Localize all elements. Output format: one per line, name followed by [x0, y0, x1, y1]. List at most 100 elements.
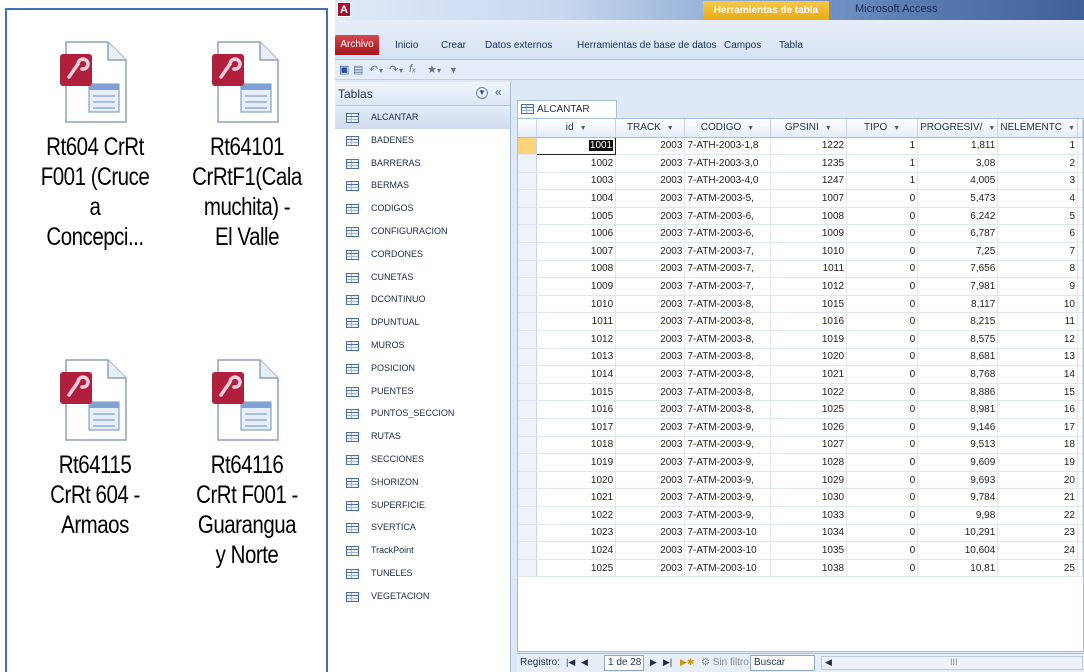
table-cell[interactable]: 1004: [536, 189, 617, 208]
table-cell[interactable]: 2003: [615, 172, 686, 191]
table-cell[interactable]: 1027: [770, 436, 848, 455]
table-cell[interactable]: 9,146: [917, 418, 999, 437]
table-row[interactable]: 1014 2003 7-ATM-2003-8, 1021 0 8,768 14: [518, 365, 1083, 384]
row-selector[interactable]: [518, 172, 538, 191]
table-row[interactable]: 1008 2003 7-ATM-2003-7, 1011 0 7,656 8: [518, 260, 1083, 279]
table-cell[interactable]: 5,473: [917, 189, 999, 208]
table-cell[interactable]: 19: [997, 453, 1078, 472]
row-selector[interactable]: [518, 436, 538, 455]
table-cell[interactable]: 8,886: [917, 383, 999, 402]
table-cell[interactable]: 7-ATM-2003-8,: [684, 348, 771, 367]
file-item[interactable]: Rt64115 CrRt 604 - Armaos: [19, 358, 171, 540]
file-item[interactable]: Rt64116 CrRt F001 - Guarangua y Norte: [171, 358, 323, 570]
table-cell[interactable]: 0: [846, 207, 919, 226]
table-cell[interactable]: 7: [997, 242, 1078, 261]
table-row[interactable]: 1019 2003 7-ATM-2003-9, 1028 0 9,609 19: [518, 453, 1083, 472]
table-row[interactable]: 1020 2003 7-ATM-2003-9, 1029 0 9,693 20: [518, 471, 1083, 490]
table-cell[interactable]: 7-ATM-2003-7,: [684, 260, 771, 279]
column-dropdown-icon[interactable]: ▼: [893, 125, 900, 132]
row-selector[interactable]: [518, 224, 538, 244]
table-cell[interactable]: 1022: [770, 383, 848, 402]
table-cell[interactable]: 1021: [536, 488, 617, 507]
tab-datos-externos[interactable]: Datos externos: [485, 40, 552, 51]
table-cell[interactable]: 8,215: [917, 312, 999, 332]
table-cell[interactable]: 3,08: [917, 154, 999, 173]
row-selector[interactable]: [518, 312, 538, 332]
table-cell[interactable]: 1,811: [917, 137, 999, 156]
nav-collapse-icon[interactable]: «: [495, 85, 502, 99]
table-cell[interactable]: 0: [846, 295, 919, 314]
table-cell[interactable]: 2003: [615, 242, 686, 261]
table-cell[interactable]: 0: [846, 383, 919, 402]
table-cell[interactable]: 2003: [615, 453, 686, 472]
column-header[interactable]: TIPO ▼: [846, 119, 919, 138]
column-header[interactable]: CODIGO ▼: [684, 119, 771, 138]
table-cell[interactable]: 0: [846, 330, 919, 349]
row-selector[interactable]: [518, 488, 538, 507]
table-row[interactable]: 1013 2003 7-ATM-2003-8, 1020 0 8,681 13: [518, 348, 1083, 367]
table-cell[interactable]: 2003: [615, 506, 686, 525]
table-cell[interactable]: 1008: [536, 260, 617, 279]
table-cell[interactable]: 7-ATM-2003-8,: [684, 295, 771, 314]
document-tab-alcantar[interactable]: ALCANTAR: [517, 100, 617, 118]
nav-table-item[interactable]: BADENES: [335, 129, 510, 152]
table-cell[interactable]: 7-ATH-2003-1,8: [684, 137, 771, 156]
file-item[interactable]: Rt604 CrRt F001 (Cruce a Concepci...: [19, 40, 171, 252]
table-cell[interactable]: 2003: [615, 277, 686, 296]
horizontal-scrollbar[interactable]: ◀ III: [821, 656, 1083, 670]
table-cell[interactable]: 23: [997, 524, 1078, 543]
column-header[interactable]: id ▼: [536, 119, 617, 138]
table-cell[interactable]: 1015: [770, 295, 848, 314]
table-cell[interactable]: 7-ATH-2003-3,0: [684, 154, 771, 173]
table-row[interactable]: 1001 2003 7-ATH-2003-1,8 1222 1 1,811 1: [518, 136, 1083, 156]
table-cell[interactable]: 7-ATM-2003-9,: [684, 418, 771, 437]
nav-table-item[interactable]: SUPERFICIE: [335, 494, 510, 517]
table-cell[interactable]: 0: [846, 524, 919, 543]
table-cell[interactable]: 1022: [536, 506, 617, 525]
table-cell[interactable]: 7-ATM-2003-8,: [684, 365, 771, 384]
table-cell[interactable]: 1025: [770, 400, 848, 419]
scroll-thumb-icon[interactable]: III: [950, 657, 958, 667]
table-cell[interactable]: 1030: [770, 488, 848, 507]
nav-table-item[interactable]: PUENTES: [335, 380, 510, 403]
table-cell[interactable]: 7-ATM-2003-6,: [684, 207, 771, 226]
nav-table-item[interactable]: SHORIZON: [335, 471, 510, 494]
table-cell[interactable]: 15: [997, 383, 1078, 402]
table-cell[interactable]: 7-ATM-2003-8,: [684, 383, 771, 402]
access-logo-icon[interactable]: A: [337, 2, 351, 17]
table-cell[interactable]: 0: [846, 348, 919, 367]
table-cell[interactable]: 11: [997, 312, 1078, 332]
current-record-field[interactable]: 1 de 28: [604, 655, 644, 671]
table-cell[interactable]: 2003: [615, 154, 686, 173]
table-cell[interactable]: 12: [997, 330, 1078, 349]
table-row[interactable]: 1025 2003 7-ATM-2003-10 1038 0 10,81 25: [518, 559, 1083, 578]
table-cell[interactable]: 6,242: [917, 207, 999, 226]
table-cell[interactable]: 2003: [615, 383, 686, 402]
filter-dropdown-icon[interactable]: ▾: [437, 66, 441, 75]
table-cell[interactable]: 0: [846, 189, 919, 208]
table-cell[interactable]: 1007: [536, 242, 617, 261]
table-cell[interactable]: 0: [846, 400, 919, 419]
table-cell[interactable]: 7-ATH-2003-4,0: [684, 172, 771, 191]
nav-table-item[interactable]: DCONTINUO: [335, 288, 510, 311]
table-row[interactable]: 1021 2003 7-ATM-2003-9, 1030 0 9,784 21: [518, 488, 1083, 507]
table-cell[interactable]: 7-ATM-2003-8,: [684, 330, 771, 349]
table-cell[interactable]: 2003: [615, 224, 686, 244]
table-cell[interactable]: 17: [997, 418, 1078, 437]
nav-table-item[interactable]: TrackPoint: [335, 539, 510, 562]
table-cell[interactable]: 8: [997, 260, 1078, 279]
table-cell[interactable]: 1018: [536, 436, 617, 455]
tab-herramientas-bd[interactable]: Herramientas de base de datos: [577, 40, 717, 51]
table-cell[interactable]: 1222: [770, 137, 848, 156]
table-cell[interactable]: 2003: [615, 295, 686, 314]
column-header[interactable]: NELEMENTC ▼: [997, 119, 1078, 138]
table-cell[interactable]: 2003: [615, 348, 686, 367]
table-cell[interactable]: 2003: [615, 541, 686, 560]
table-cell[interactable]: 0: [846, 559, 919, 578]
table-cell[interactable]: 16: [997, 400, 1078, 419]
table-cell[interactable]: 18: [997, 436, 1078, 455]
table-cell[interactable]: 6,787: [917, 224, 999, 244]
table-cell[interactable]: 2003: [615, 260, 686, 279]
table-cell[interactable]: 2003: [615, 471, 686, 490]
table-cell[interactable]: 1017: [536, 418, 617, 437]
